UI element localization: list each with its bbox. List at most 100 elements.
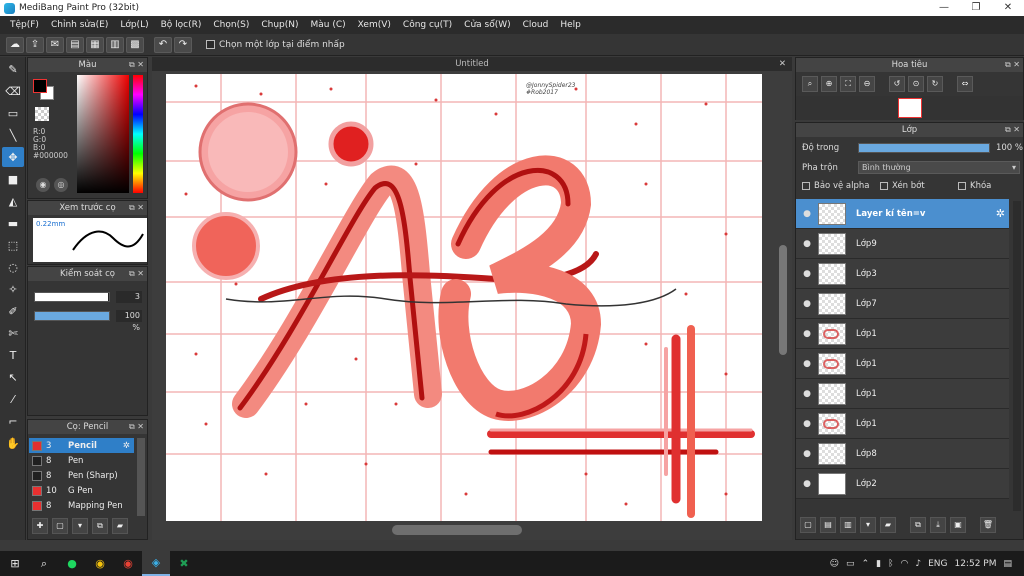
transparent-color-swatch[interactable]: [35, 107, 49, 121]
layer-opacity-slider[interactable]: [858, 143, 990, 153]
layer-row[interactable]: ● Lớp7: [796, 289, 1009, 319]
menu-color[interactable]: Màu (C): [305, 16, 352, 34]
move-tool-icon[interactable]: ✥: [2, 147, 24, 167]
spotify-icon[interactable]: ●: [58, 551, 86, 576]
battery-icon[interactable]: ▮: [876, 559, 881, 569]
excel-icon[interactable]: ✖: [170, 551, 198, 576]
operation-tool-icon[interactable]: ↖: [2, 367, 24, 387]
notification-icon[interactable]: ▤: [1003, 559, 1012, 569]
zoom-search-icon[interactable]: ⌕: [802, 76, 818, 92]
eye-icon[interactable]: ●: [796, 389, 818, 399]
layer-row[interactable]: ● Lớp1: [796, 319, 1009, 349]
navigator-preview[interactable]: [796, 96, 1023, 120]
layer-row[interactable]: ● Lớp2: [796, 469, 1009, 499]
flip-horizontal-icon[interactable]: ⇔: [957, 76, 973, 92]
brush-size-slider[interactable]: [34, 292, 110, 302]
brush-size-value[interactable]: 3: [116, 291, 142, 303]
layer-row[interactable]: ● Layer kí tên=v ✲: [796, 199, 1009, 229]
menu-tools[interactable]: Công cụ(T): [397, 16, 458, 34]
rotate-right-icon[interactable]: ↻: [927, 76, 943, 92]
eye-icon[interactable]: ●: [796, 299, 818, 309]
undo-icon[interactable]: ↶: [154, 36, 172, 53]
menu-cloud[interactable]: Cloud: [517, 16, 555, 34]
lasso-tool-icon[interactable]: ◌: [2, 257, 24, 277]
panel-popout-icon[interactable]: ⧉ ✕: [129, 201, 144, 215]
brush-item[interactable]: 8 Mapping Pen: [29, 498, 134, 513]
layer-row[interactable]: ● Lớp1: [796, 409, 1009, 439]
brush-opacity-value[interactable]: 100 %: [116, 310, 142, 332]
drawing-canvas[interactable]: @JonnySpider23 #Rob2017: [166, 74, 762, 521]
line-tool-icon[interactable]: ╲: [2, 125, 24, 145]
gear-icon[interactable]: ✲: [996, 207, 1005, 220]
eye-icon[interactable]: ●: [796, 359, 818, 369]
zoom-in-icon[interactable]: ⊕: [821, 76, 837, 92]
wifi-icon[interactable]: ◠: [900, 559, 908, 569]
clipping-checkbox[interactable]: [880, 182, 888, 190]
bluetooth-icon[interactable]: ᛒ: [888, 559, 893, 569]
volume-icon[interactable]: ♪: [915, 559, 921, 569]
eye-icon[interactable]: ●: [796, 479, 818, 489]
duplicate-layer-icon[interactable]: ⧉: [910, 517, 926, 533]
layer-row[interactable]: ● Lớp1: [796, 379, 1009, 409]
chevron-up-icon[interactable]: ⌃: [862, 559, 870, 569]
document-icon[interactable]: ▤: [66, 36, 84, 53]
page-icon[interactable]: ▦: [86, 36, 104, 53]
brush-tool-icon[interactable]: ✎: [2, 59, 24, 79]
select-eraser-tool-icon[interactable]: ✄: [2, 323, 24, 343]
redo-icon[interactable]: ↷: [174, 36, 192, 53]
eyedropper-tool-icon[interactable]: ⁄: [2, 389, 24, 409]
menu-select[interactable]: Chọn(S): [207, 16, 255, 34]
menu-view[interactable]: Xem(V): [352, 16, 397, 34]
gradient-tool-icon[interactable]: ▬: [2, 213, 24, 233]
brush-item[interactable]: 10 G Pen: [29, 483, 134, 498]
share-icon[interactable]: ⇪: [26, 36, 44, 53]
select-rect-tool-icon[interactable]: ⬚: [2, 235, 24, 255]
delete-layer-icon[interactable]: 🗑: [980, 517, 996, 533]
layer-list-scrollbar[interactable]: [1013, 201, 1021, 511]
fill-shape-tool-icon[interactable]: ■: [2, 169, 24, 189]
reset-view-icon[interactable]: ⊙: [908, 76, 924, 92]
select-layer-on-click-checkbox[interactable]: Chọn một lớp tại điểm nhấp: [206, 40, 345, 50]
menu-snap[interactable]: Chụp(N): [255, 16, 304, 34]
document-tab[interactable]: Untitled ✕: [152, 57, 792, 71]
menu-edit[interactable]: Chỉnh sửa(E): [45, 16, 114, 34]
protect-alpha-checkbox[interactable]: [802, 182, 810, 190]
menu-window[interactable]: Cửa sổ(W): [458, 16, 516, 34]
zoom-out-icon[interactable]: ⊖: [859, 76, 875, 92]
brush-folder-icon[interactable]: ▰: [112, 518, 128, 534]
panel-popout-icon[interactable]: ⧉ ✕: [129, 58, 144, 72]
add-layer-menu-icon[interactable]: ▾: [860, 517, 876, 533]
saturation-value-picker[interactable]: [77, 75, 129, 193]
layer-row[interactable]: ● Lớp8: [796, 439, 1009, 469]
panel-popout-icon[interactable]: ⧉ ✕: [129, 267, 144, 281]
layer-folder-icon[interactable]: ▰: [880, 517, 896, 533]
medibang-taskbar-icon[interactable]: ◈: [142, 551, 170, 576]
chrome-profile-icon[interactable]: ◉: [114, 551, 142, 576]
maximize-button[interactable]: ❐: [960, 0, 992, 16]
language-indicator[interactable]: ENG: [928, 559, 947, 569]
cloud-icon[interactable]: ☁: [6, 36, 24, 53]
grid-icon[interactable]: ▩: [126, 36, 144, 53]
hand-tool-icon[interactable]: ✋: [2, 433, 24, 453]
menu-filter[interactable]: Bộ lọc(R): [155, 16, 208, 34]
palette-icon[interactable]: ◉: [36, 178, 50, 192]
menu-help[interactable]: Help: [554, 16, 587, 34]
fit-view-icon[interactable]: ⛶: [840, 76, 856, 92]
bucket-tool-icon[interactable]: ◭: [2, 191, 24, 211]
select-pen-tool-icon[interactable]: ✐: [2, 301, 24, 321]
eye-icon[interactable]: ●: [796, 329, 818, 339]
windows-start-icon[interactable]: ⊞: [0, 551, 30, 576]
brush-item[interactable]: 3 Pencil ✲: [29, 438, 134, 453]
foreground-color-swatch[interactable]: [33, 79, 47, 93]
layer-row[interactable]: ● Lớp9: [796, 229, 1009, 259]
panel-popout-icon[interactable]: ⧉ ✕: [129, 420, 144, 434]
canvas-vertical-scrollbar[interactable]: [779, 245, 787, 355]
people-icon[interactable]: ☺: [830, 559, 839, 569]
panel-popout-icon[interactable]: ⧉ ✕: [1005, 58, 1020, 72]
eyedropper2-tool-icon[interactable]: ⌐: [2, 411, 24, 431]
layer-row[interactable]: ● Lớp3: [796, 259, 1009, 289]
panel-popout-icon[interactable]: ⧉ ✕: [1005, 123, 1020, 137]
brush-list-scrollbar[interactable]: [137, 438, 145, 516]
close-document-icon[interactable]: ✕: [779, 57, 786, 71]
eraser-tool-icon[interactable]: ⌫: [2, 81, 24, 101]
